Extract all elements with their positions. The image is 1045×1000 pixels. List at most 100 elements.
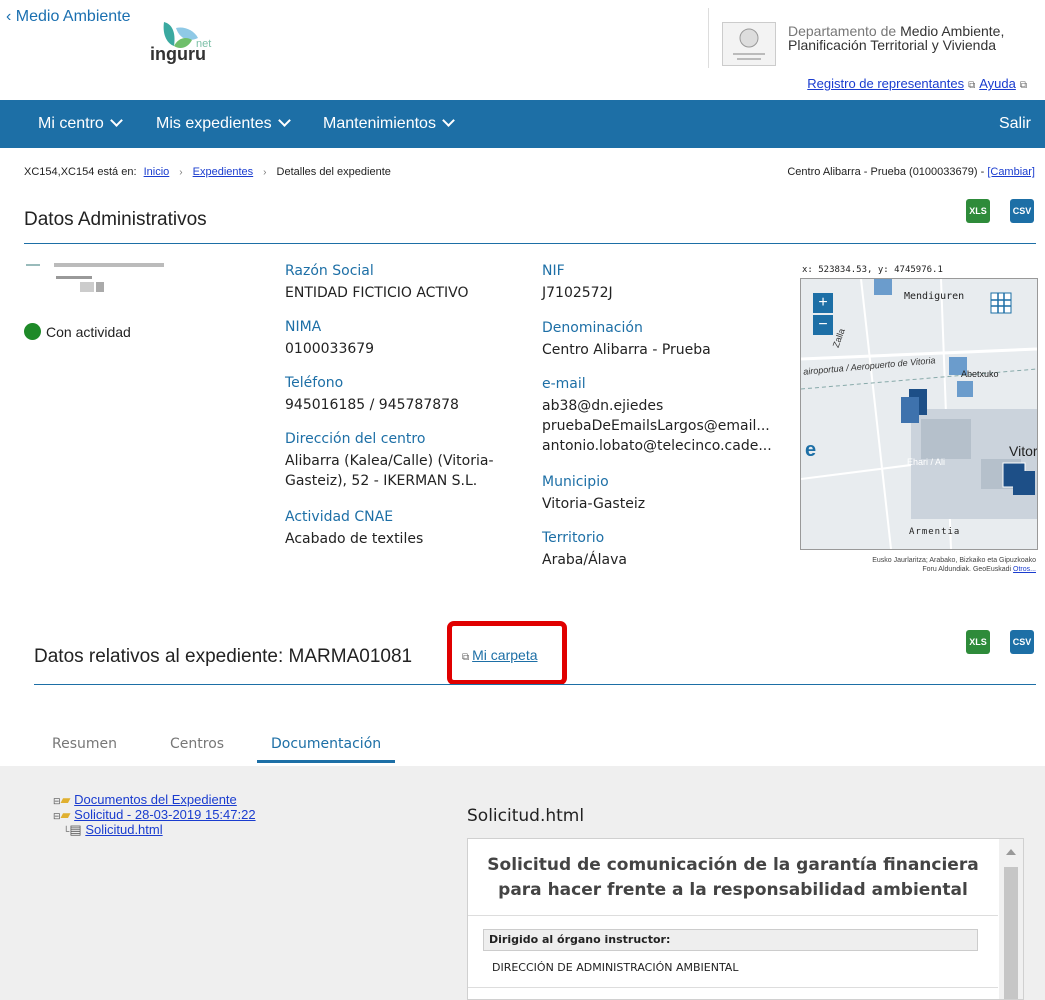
field-label-razon-social: Razón Social	[285, 263, 374, 279]
map-place-label: Armentia	[909, 527, 961, 537]
document-title: Solicitud.html	[467, 806, 585, 826]
field-label-nif: NIF	[542, 263, 565, 279]
field-label-cnae: Actividad CNAE	[285, 509, 394, 525]
field-value-nima: 0100033679	[285, 341, 375, 357]
field-value-email-2: pruebaDeEmailsLargos@email...	[542, 418, 770, 434]
document-thumbnail[interactable]	[24, 262, 172, 296]
tree-link-root[interactable]: Documentos del Expediente	[74, 792, 237, 807]
field-value-telefono: 945016185 / 945787878	[285, 397, 459, 413]
csv-export-icon[interactable]: CSV	[1010, 630, 1034, 654]
status-text: Con actividad	[46, 324, 131, 340]
dept-line2: Planificación Territorial y Vivienda	[788, 37, 997, 53]
field-label-email: e-mail	[542, 376, 586, 392]
tab-centros[interactable]: Centros	[170, 736, 224, 752]
zoom-in-button[interactable]: +	[813, 293, 833, 313]
section-divider	[24, 243, 1036, 244]
map-marker-icon[interactable]	[874, 279, 892, 295]
tree-node-root[interactable]: ⊟▰ Documentos del Expediente	[53, 793, 256, 808]
nav-item-label[interactable]: Mis expedientes	[156, 115, 272, 132]
field-value-email-3: antonio.lobato@telecinco.cade...	[542, 438, 772, 454]
map-logo-icon: e	[805, 439, 817, 461]
breadcrumb-expedientes[interactable]: Expedientes	[193, 166, 254, 178]
xls-export-icon[interactable]: XLS	[966, 630, 990, 654]
document-tree: ⊟▰ Documentos del Expediente ⊟▰ Solicitu…	[53, 793, 256, 838]
field-value-razon-social: ENTIDAD FICTICIO ACTIVO	[285, 285, 469, 301]
field-value-nif: J7102572J	[542, 285, 613, 301]
breadcrumb-current: Detalles del expediente	[276, 166, 391, 178]
active-tab-indicator	[257, 760, 395, 763]
logout-button[interactable]: Salir	[999, 100, 1031, 148]
folder-icon: ▰	[60, 792, 71, 807]
zoom-out-button[interactable]: −	[813, 315, 833, 335]
tree-link-file[interactable]: Solicitud.html	[85, 822, 162, 837]
document-field-label: Dirigido al órgano instructor:	[483, 929, 978, 951]
field-value-denominacion: Centro Alibarra - Prueba	[542, 342, 711, 358]
map-marker-icon[interactable]	[901, 397, 919, 423]
location-map[interactable]: + − Mendiguren Zalla airoportua / Aeropu…	[800, 278, 1038, 550]
document-scrollbar[interactable]	[999, 839, 1023, 999]
status-active-icon	[24, 323, 41, 340]
tab-documentacion[interactable]: Documentación	[271, 736, 381, 752]
document-field-value: DIRECCIÓN DE ADMINISTRACIÓN AMBIENTAL	[492, 961, 739, 974]
field-value-email-1: ab38@dn.ejiedes	[542, 398, 664, 414]
map-marker-icon[interactable]	[957, 381, 973, 397]
change-center-link[interactable]: [Cambiar]	[987, 166, 1035, 178]
xls-export-icon[interactable]: XLS	[966, 199, 990, 223]
tree-expand-icon[interactable]: ⊟	[53, 811, 61, 821]
map-place-label: Vitor	[1009, 443, 1038, 459]
csv-export-icon[interactable]: CSV	[1010, 199, 1034, 223]
section-title-expediente: Datos relativos al expediente: MARMA0108…	[34, 646, 413, 667]
chevron-down-icon	[277, 114, 291, 127]
map-credit-line2: Foru Aldundiak. GeoEuskadi	[922, 566, 1012, 573]
field-label-direccion: Dirección del centro	[285, 431, 426, 447]
map-marker-icon[interactable]	[1013, 471, 1035, 495]
map-place-label: Ehari / Ali	[907, 457, 946, 467]
field-label-telefono: Teléfono	[285, 375, 344, 391]
header-divider	[708, 8, 709, 68]
back-link-label[interactable]: Medio Ambiente	[16, 8, 131, 25]
field-label-nima: NIMA	[285, 319, 322, 335]
back-link-medio-ambiente[interactable]: ‹ Medio Ambiente	[6, 8, 131, 26]
nav-mis-expedientes[interactable]: Mis expedientes	[156, 100, 291, 148]
field-value-direccion: Alibarra (Kalea/Calle) (Vitoria-Gasteiz)…	[285, 453, 494, 489]
breadcrumb-separator-icon: ›	[263, 167, 267, 178]
field-value-territorio: Araba/Álava	[542, 552, 628, 568]
breadcrumb-separator-icon: ›	[179, 167, 183, 178]
tab-resumen[interactable]: Resumen	[52, 736, 117, 752]
breadcrumb: XC154,XC154 está en: Inicio › Expedientes ›…	[24, 166, 391, 178]
tree-expand-icon[interactable]: ⊟	[53, 796, 61, 806]
nav-item-label[interactable]: Mantenimientos	[323, 115, 436, 132]
top-links: Registro de representantes ⧉ Ayuda ⧉	[807, 76, 1031, 91]
tree-link-solicitud[interactable]: Solicitud - 28-03-2019 15:47:22	[74, 807, 255, 822]
chevron-down-icon	[442, 114, 455, 127]
main-navbar: Mi centro Mis expedientes Mantenimientos…	[0, 100, 1045, 148]
nav-mantenimientos[interactable]: Mantenimientos	[323, 100, 455, 148]
section-divider	[34, 684, 1036, 685]
tree-node-solicitud[interactable]: ⊟▰ Solicitud - 28-03-2019 15:47:22	[53, 808, 256, 823]
map-credit-otros-link[interactable]: Otros...	[1013, 566, 1036, 573]
ayuda-link[interactable]: Ayuda	[979, 76, 1016, 91]
chevron-down-icon	[109, 114, 123, 127]
tree-node-file[interactable]: └▤ Solicitud.html	[53, 823, 256, 838]
nav-item-label[interactable]: Mi centro	[38, 115, 104, 132]
document-heading-line2: para hacer frente a la responsabilidad a…	[498, 880, 968, 900]
map-credits: Eusko Jaurlaritza; Arabako, Bizkaiko eta…	[800, 556, 1036, 574]
scroll-thumb[interactable]	[1004, 867, 1018, 999]
breadcrumb-inicio[interactable]: Inicio	[144, 166, 170, 178]
field-value-cnae: Acabado de textiles	[285, 531, 424, 547]
document-preview[interactable]: Solicitud de comunicación de la garantía…	[467, 838, 1024, 1000]
field-label-municipio: Municipio	[542, 474, 609, 490]
highlight-annotation	[447, 621, 567, 685]
current-center-info: Centro Alibarra - Prueba (0100033679) - …	[787, 166, 1035, 178]
section-title-admin: Datos Administrativos	[24, 209, 207, 230]
nav-mi-centro[interactable]: Mi centro	[38, 100, 123, 148]
document-heading-line1: Solicitud de comunicación de la garantía…	[487, 855, 979, 875]
scroll-up-arrow-icon[interactable]	[1006, 849, 1016, 855]
file-icon: ▤	[69, 822, 82, 837]
breadcrumb-prefix: XC154,XC154 está en:	[24, 166, 137, 178]
department-name: Departamento de Medio Ambiente, Planific…	[788, 24, 1004, 52]
layers-grid-icon[interactable]	[990, 292, 1012, 314]
external-link-icon: ⧉	[968, 80, 976, 91]
map-coordinates: x: 523834.53, y: 4745976.1	[802, 265, 943, 275]
registro-representantes-link[interactable]: Registro de representantes	[807, 76, 964, 91]
